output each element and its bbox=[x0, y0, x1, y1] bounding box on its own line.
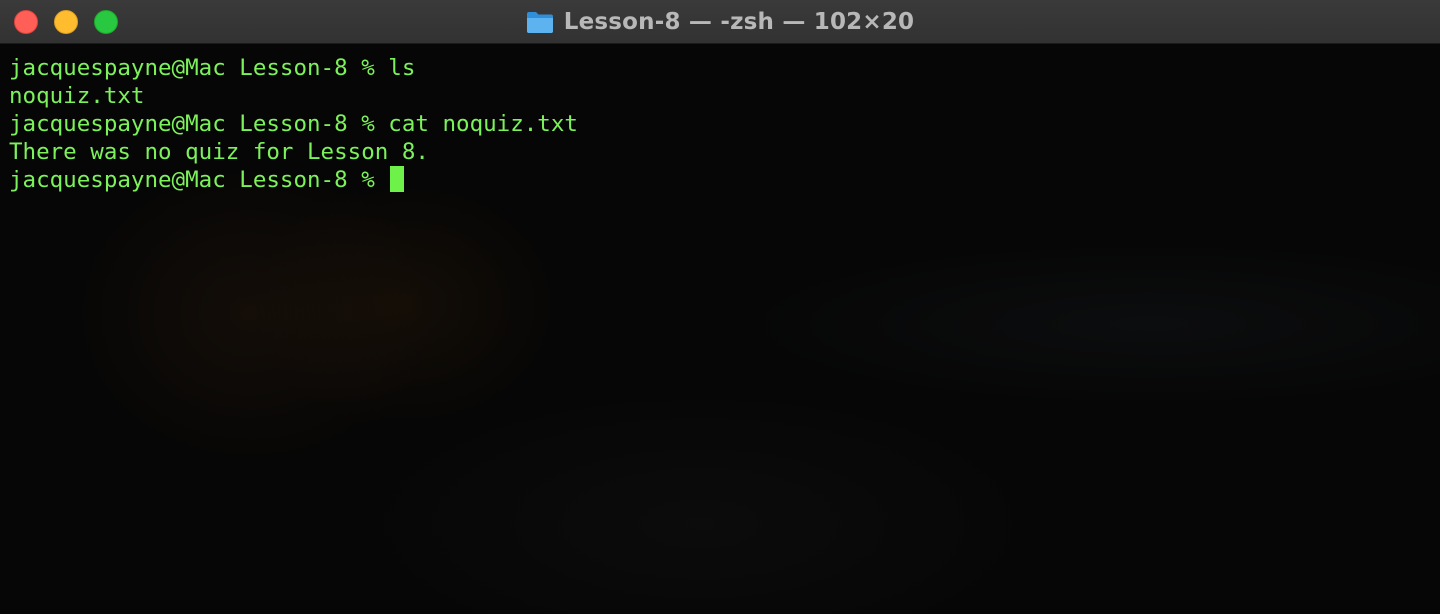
terminal-window: Lesson-8 — -zsh — 102×20 jacquespayne@Ma… bbox=[0, 0, 1440, 614]
terminal-line-output-cat: There was no quiz for Lesson 8. bbox=[9, 139, 429, 165]
prompt-text: jacquespayne@Mac Lesson-8 % bbox=[9, 167, 389, 193]
window-title: Lesson-8 — -zsh — 102×20 bbox=[563, 9, 915, 35]
terminal-output[interactable]: jacquespayne@Mac Lesson-8 % ls noquiz.tx… bbox=[0, 44, 1440, 614]
folder-icon bbox=[526, 12, 553, 33]
terminal-line-command-ls: jacquespayne@Mac Lesson-8 % ls bbox=[9, 55, 416, 81]
cursor bbox=[390, 166, 405, 192]
terminal-line-output-ls: noquiz.txt bbox=[9, 83, 145, 109]
terminal-line-prompt[interactable]: jacquespayne@Mac Lesson-8 % bbox=[9, 166, 1440, 194]
terminal-line-command-cat: jacquespayne@Mac Lesson-8 % cat noquiz.t… bbox=[9, 111, 578, 137]
title-bar[interactable]: Lesson-8 — -zsh — 102×20 bbox=[0, 0, 1440, 44]
window-title-area: Lesson-8 — -zsh — 102×20 bbox=[0, 0, 1440, 44]
